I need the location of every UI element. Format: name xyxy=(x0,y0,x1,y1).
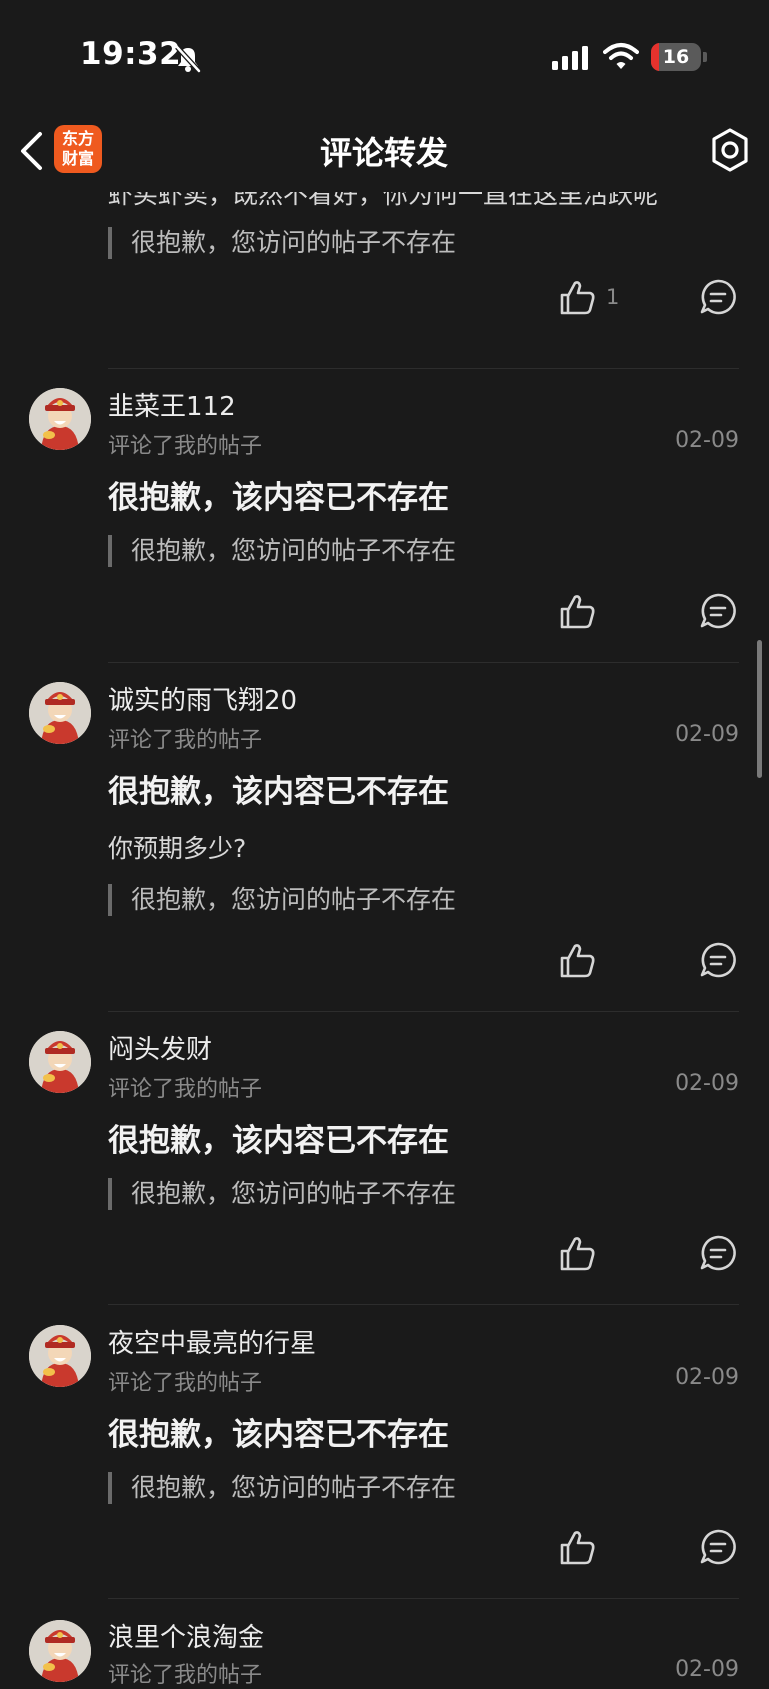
status-time: 19:32 xyxy=(80,36,182,72)
divider xyxy=(108,368,739,369)
comment-date: 02-09 xyxy=(675,428,739,453)
comment-button[interactable] xyxy=(699,941,737,979)
comment-date: 02-09 xyxy=(675,1365,739,1390)
avatar[interactable] xyxy=(29,1031,91,1093)
comment-date: 02-09 xyxy=(675,722,739,747)
like-button[interactable] xyxy=(557,278,597,318)
caishen-avatar-icon xyxy=(29,1031,91,1093)
quoted-post[interactable]: 很抱歉，您访问的帖子不存在 xyxy=(108,884,456,916)
comment-icon xyxy=(700,1235,736,1271)
username[interactable]: 夜空中最亮的行星 xyxy=(108,1323,316,1360)
comment-text: 很抱歉，该内容已不存在 xyxy=(108,480,449,516)
caishen-avatar-icon xyxy=(29,682,91,744)
wifi-icon xyxy=(603,42,639,72)
comment-button[interactable] xyxy=(699,1528,737,1566)
username[interactable]: 韭菜王112 xyxy=(108,386,236,423)
username[interactable]: 诚实的雨飞翔20 xyxy=(108,680,297,717)
avatar[interactable] xyxy=(29,682,91,744)
quoted-post[interactable]: 很抱歉，您访问的帖子不存在 xyxy=(108,1178,456,1210)
caishen-avatar-icon xyxy=(29,1620,91,1682)
thumbs-up-icon xyxy=(560,1237,595,1271)
back-button[interactable] xyxy=(12,126,52,176)
quoted-post[interactable]: 很抱歉，您访问的帖子不存在 xyxy=(108,1472,456,1504)
comment-button[interactable] xyxy=(699,1234,737,1272)
comment-text: 很抱歉，该内容已不存在 xyxy=(108,1417,449,1453)
like-button[interactable] xyxy=(557,941,597,981)
divider xyxy=(108,1304,739,1305)
divider xyxy=(108,662,739,663)
divider xyxy=(108,1011,739,1012)
cellular-signal-icon xyxy=(551,44,591,72)
navigation-bar: 东方 财富 评论转发 xyxy=(0,110,769,192)
thumbs-up-icon xyxy=(560,281,595,315)
battery-cap xyxy=(703,52,707,62)
reply-text: 你预期多少? xyxy=(108,834,247,863)
like-button[interactable] xyxy=(557,1234,597,1274)
like-button[interactable] xyxy=(557,1528,597,1568)
thumbs-up-icon xyxy=(560,1531,595,1565)
app-logo[interactable]: 东方 财富 xyxy=(54,125,102,173)
action-text: 评论了我的帖子 xyxy=(108,1371,263,1396)
quoted-post[interactable]: 很抱歉，您访问的帖子不存在 xyxy=(108,535,456,567)
comment-icon xyxy=(700,279,736,315)
comment-button[interactable] xyxy=(699,278,737,316)
bell-slash-icon xyxy=(173,44,203,74)
status-bar: 19:32 16 xyxy=(0,0,769,110)
thumbs-up-icon xyxy=(560,595,595,629)
comment-icon xyxy=(700,1529,736,1565)
like-button[interactable] xyxy=(557,592,597,632)
chevron-left-icon xyxy=(21,132,42,170)
caishen-avatar-icon xyxy=(29,388,91,450)
comment-date: 02-09 xyxy=(675,1071,739,1096)
gear-icon xyxy=(712,128,748,172)
comment-icon xyxy=(700,942,736,978)
comment-text: 很抱歉，该内容已不存在 xyxy=(108,1123,449,1159)
avatar[interactable] xyxy=(29,1620,91,1682)
quoted-post[interactable]: 很抱歉，您访问的帖子不存在 xyxy=(108,227,456,259)
scrollbar[interactable] xyxy=(757,640,762,778)
action-text: 评论了我的帖子 xyxy=(108,1663,263,1688)
action-text: 评论了我的帖子 xyxy=(108,728,263,753)
caishen-avatar-icon xyxy=(29,1325,91,1387)
comment-icon xyxy=(700,593,736,629)
action-text: 评论了我的帖子 xyxy=(108,434,263,459)
like-count: 1 xyxy=(606,285,620,309)
settings-button[interactable] xyxy=(707,127,753,173)
avatar[interactable] xyxy=(29,388,91,450)
divider xyxy=(108,1598,739,1599)
battery-level: 16 xyxy=(662,46,690,68)
username[interactable]: 浪里个浪淘金 xyxy=(108,1617,264,1654)
username[interactable]: 闷头发财 xyxy=(108,1029,212,1066)
comment-button[interactable] xyxy=(699,592,737,630)
avatar[interactable] xyxy=(29,1325,91,1387)
thumbs-up-icon xyxy=(560,944,595,978)
logo-text-line2: 财富 xyxy=(61,149,94,168)
action-text: 评论了我的帖子 xyxy=(108,1077,263,1102)
comment-text: 很抱歉，该内容已不存在 xyxy=(108,774,449,810)
battery-icon: 16 xyxy=(651,43,701,71)
comment-date: 02-09 xyxy=(675,1657,739,1682)
logo-text-line1: 东方 xyxy=(61,129,94,148)
page-title: 评论转发 xyxy=(319,134,448,172)
comment-feed[interactable]: 虾买虾卖，既然不看好，你为何一直在这里活跃呢 很抱歉，您访问的帖子不存在 1 韭… xyxy=(0,0,769,1688)
